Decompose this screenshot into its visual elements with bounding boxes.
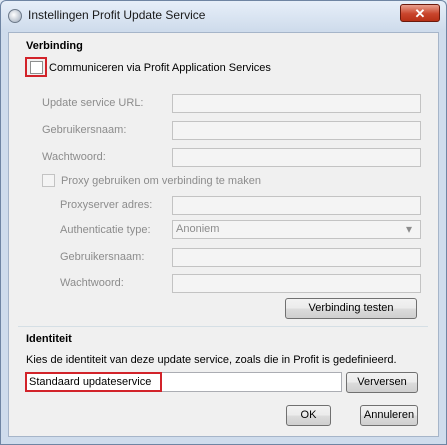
identiteit-description: Kies de identiteit van deze update servi… — [26, 354, 397, 366]
proxyserver-input[interactable] — [172, 196, 421, 215]
identiteit-value: Standaard updateservice — [29, 376, 152, 388]
identiteit-highlight: Standaard updateservice — [25, 372, 162, 392]
update-service-url-input[interactable] — [172, 94, 421, 113]
wachtwoord-input[interactable] — [172, 148, 421, 167]
identiteit-heading: Identiteit — [26, 333, 72, 345]
authenticatie-select[interactable]: Anoniem ▾ — [172, 220, 421, 239]
proxy-wachtwoord-input[interactable] — [172, 274, 421, 293]
wachtwoord-label: Wachtwoord: — [42, 151, 106, 163]
section-divider — [18, 326, 428, 327]
update-service-url-label: Update service URL: — [42, 97, 144, 109]
verbinding-testen-button[interactable]: Verbinding testen — [285, 298, 417, 319]
window-title: Instellingen Profit Update Service — [28, 8, 206, 22]
close-button[interactable]: ✕ — [400, 4, 440, 22]
gebruikersnaam-input[interactable] — [172, 121, 421, 140]
proxy-gebruikersnaam-input[interactable] — [172, 248, 421, 267]
annuleren-button[interactable]: Annuleren — [360, 405, 418, 426]
app-icon — [8, 9, 22, 23]
ok-button[interactable]: OK — [286, 405, 331, 426]
gebruikersnaam-label: Gebruikersnaam: — [42, 124, 127, 136]
proxy-checkbox-label[interactable]: Proxy gebruiken om verbinding te maken — [61, 175, 261, 187]
authenticatie-value: Anoniem — [176, 223, 220, 235]
verbinding-heading: Verbinding — [26, 40, 83, 52]
communicate-checkbox-label[interactable]: Communiceren via Profit Application Serv… — [49, 62, 271, 74]
proxy-checkbox[interactable] — [42, 174, 55, 187]
proxy-gebruikersnaam-label: Gebruikersnaam: — [60, 251, 145, 263]
close-icon: ✕ — [414, 6, 426, 21]
authenticatie-label: Authenticatie type: — [60, 224, 151, 236]
chevron-down-icon: ▾ — [406, 222, 413, 236]
proxyserver-label: Proxyserver adres: — [60, 199, 153, 211]
verversen-button[interactable]: Verversen — [346, 372, 418, 393]
communicate-checkbox[interactable] — [30, 61, 43, 74]
proxy-wachtwoord-label: Wachtwoord: — [60, 277, 124, 289]
